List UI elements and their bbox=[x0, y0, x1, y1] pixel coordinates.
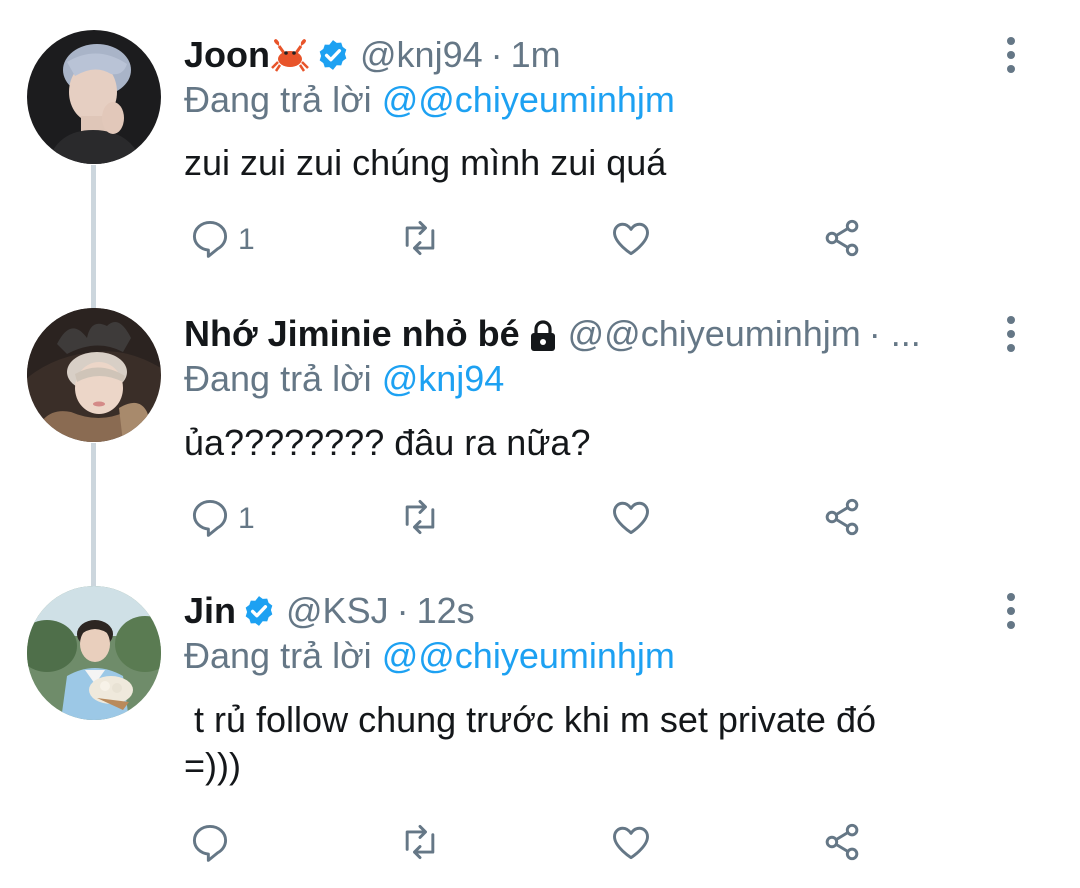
mention-link[interactable]: @knj94 bbox=[382, 358, 505, 399]
author-name[interactable]: Nhớ Jiminie nhỏ bé bbox=[184, 312, 520, 356]
author-handle[interactable]: @@chiyeuminhjm bbox=[568, 312, 861, 356]
crab-icon bbox=[270, 38, 310, 72]
share-icon bbox=[820, 495, 864, 544]
replying-label: Đang trả lời bbox=[184, 635, 372, 676]
author-name[interactable]: Joon bbox=[184, 33, 270, 77]
reply-button[interactable]: 1 bbox=[188, 495, 255, 543]
author-handle[interactable]: @knj94 bbox=[360, 33, 483, 77]
author-handle[interactable]: @KSJ bbox=[286, 589, 389, 633]
like-icon bbox=[609, 495, 653, 544]
reply-button[interactable]: 1 bbox=[188, 216, 255, 264]
avatar[interactable] bbox=[27, 30, 161, 164]
like-button[interactable] bbox=[609, 216, 653, 264]
share-button[interactable] bbox=[820, 216, 864, 264]
reply-button[interactable] bbox=[188, 820, 238, 868]
like-icon bbox=[609, 216, 653, 265]
thread-line bbox=[91, 443, 96, 588]
tweet-text: t rủ follow chung trước khi m set privat… bbox=[184, 699, 876, 786]
timestamp[interactable]: 12s bbox=[417, 589, 475, 633]
share-button[interactable] bbox=[820, 495, 864, 543]
more-options-icon[interactable] bbox=[1004, 314, 1018, 354]
replying-to-line: Đang trả lời @@chiyeuminhjm bbox=[184, 78, 675, 122]
reply-icon bbox=[188, 820, 232, 869]
more-options-icon[interactable] bbox=[1004, 591, 1018, 631]
reply-count: 1 bbox=[238, 223, 255, 256]
avatar[interactable] bbox=[27, 586, 161, 720]
reply-count: 1 bbox=[238, 502, 255, 535]
like-button[interactable] bbox=[609, 820, 653, 868]
replying-label: Đang trả lời bbox=[184, 79, 372, 120]
share-icon bbox=[820, 820, 864, 869]
share-icon bbox=[820, 216, 864, 265]
replying-to-line: Đang trả lời @knj94 bbox=[184, 357, 504, 401]
truncation-ellipsis: ... bbox=[890, 313, 921, 354]
separator-dot: · bbox=[396, 590, 409, 631]
verified-badge-icon bbox=[242, 594, 276, 628]
separator-dot: · bbox=[868, 313, 881, 354]
mention-link[interactable]: @@chiyeuminhjm bbox=[382, 635, 675, 676]
retweet-icon bbox=[398, 820, 442, 869]
author-name[interactable]: Jin bbox=[184, 589, 236, 633]
share-button[interactable] bbox=[820, 820, 864, 868]
like-button[interactable] bbox=[609, 495, 653, 543]
separator-dot: · bbox=[490, 34, 503, 75]
action-bar bbox=[184, 820, 884, 868]
retweet-button[interactable] bbox=[398, 216, 442, 264]
tweet-header: Nhớ Jiminie nhỏ bé @@chiyeuminhjm · ... bbox=[184, 312, 990, 356]
like-icon bbox=[609, 820, 653, 869]
verified-badge-icon bbox=[316, 38, 350, 72]
tweet-header: Jin @KSJ · 12s bbox=[184, 589, 990, 633]
tweet-header: Joon @knj94 · 1m bbox=[184, 33, 990, 77]
tweet-text: zui zui zui chúng mình zui quá bbox=[184, 142, 667, 183]
retweet-button[interactable] bbox=[398, 820, 442, 868]
retweet-icon bbox=[398, 216, 442, 265]
more-options-icon[interactable] bbox=[1004, 35, 1018, 75]
retweet-button[interactable] bbox=[398, 495, 442, 543]
action-bar: 1 bbox=[184, 495, 884, 543]
replying-label: Đang trả lời bbox=[184, 358, 372, 399]
avatar[interactable] bbox=[27, 308, 161, 442]
tweet-text: ủa???????? đâu ra nữa? bbox=[184, 422, 591, 463]
retweet-icon bbox=[398, 495, 442, 544]
mention-link[interactable]: @@chiyeuminhjm bbox=[382, 79, 675, 120]
replying-to-line: Đang trả lời @@chiyeuminhjm bbox=[184, 634, 675, 678]
reply-icon bbox=[188, 495, 232, 544]
action-bar: 1 bbox=[184, 216, 884, 264]
timestamp[interactable]: 1m bbox=[511, 33, 561, 77]
reply-icon bbox=[188, 216, 232, 265]
thread-line bbox=[91, 165, 96, 310]
lock-icon bbox=[528, 318, 558, 351]
